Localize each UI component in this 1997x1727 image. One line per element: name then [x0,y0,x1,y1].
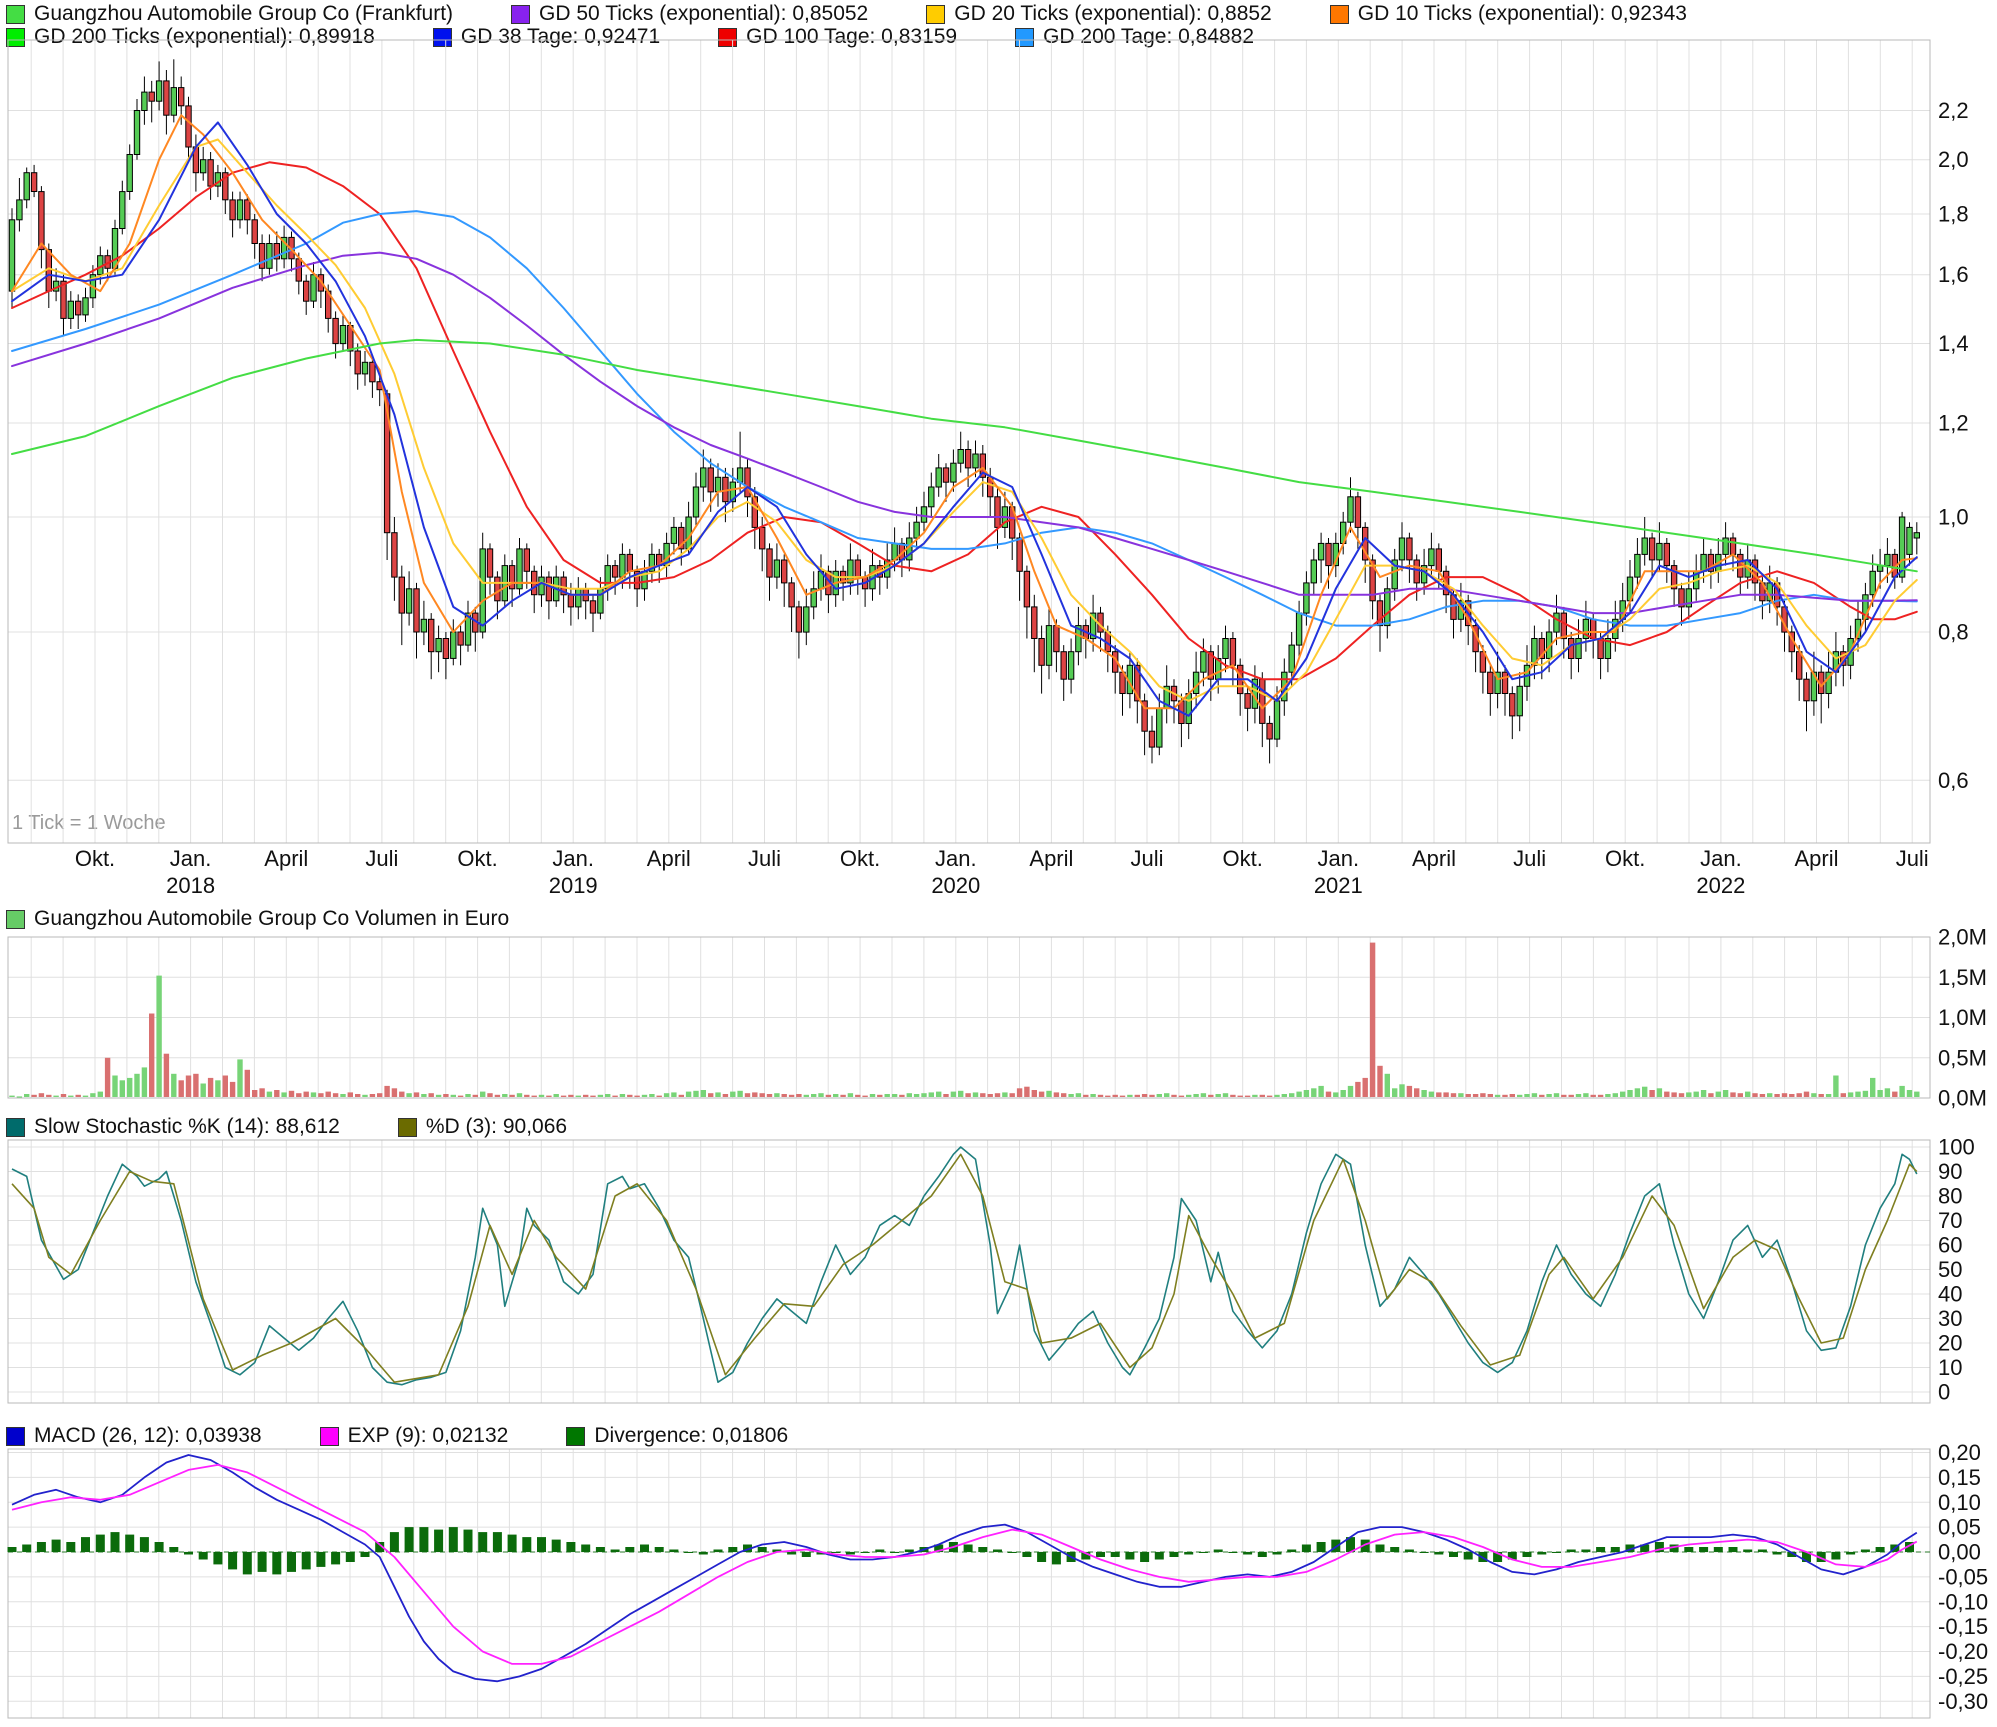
x-axis-quarter-label: April [1029,846,1073,871]
stock-chart-page: Guangzhou Automobile Group Co (Frankfurt… [0,0,1997,1727]
x-axis-quarter-label: Jan. [552,846,594,871]
axis-tick-label: 0,6 [1938,768,1969,793]
axis-tick-label: 0,8 [1938,620,1969,645]
ma-line [12,140,1917,701]
x-axis-year-label: 2019 [549,873,598,898]
ma-line [12,122,1917,715]
axis-tick-label: 2,2 [1938,98,1969,123]
x-axis-quarter-label: Okt. [1223,846,1263,871]
x-axis-quarter-label: Okt. [75,846,115,871]
axis-tick-label: 0,00 [1938,1540,1981,1565]
axis-tick-label: 1,0M [1938,1005,1987,1030]
x-axis-quarter-label: Juli [1130,846,1163,871]
axis-tick-label: -0,05 [1938,1564,1988,1589]
axis-tick-label: -0,10 [1938,1589,1988,1614]
x-axis-quarter-label: Juli [1896,846,1929,871]
macd-panel [8,1449,1930,1718]
axis-tick-label: 20 [1938,1331,1962,1356]
x-axis-quarter-label: Okt. [840,846,880,871]
x-axis-quarter-label: Jan. [935,846,977,871]
axis-tick-label: 0,05 [1938,1515,1981,1540]
volume-series [9,943,1919,1098]
x-axis-quarter-label: Juli [748,846,781,871]
x-axis-quarter-label: April [1412,846,1456,871]
stochastic-panel [8,1140,1930,1403]
x-axis-year-label: 2022 [1696,873,1745,898]
axis-tick-label: 80 [1938,1184,1962,1209]
macd-line [12,1455,1917,1681]
x-axis-quarter-label: Okt. [1605,846,1645,871]
axis-tick-label: 40 [1938,1282,1962,1307]
axis-tick-label: 1,6 [1938,262,1969,287]
axis-tick-label: 60 [1938,1233,1962,1258]
axis-tick-label: 0,15 [1938,1465,1981,1490]
axis-tick-label: -0,30 [1938,1689,1988,1714]
x-axis-year-label: 2018 [166,873,215,898]
axis-tick-label: 0,0M [1938,1086,1987,1111]
x-axis-year-label: 2020 [931,873,980,898]
macd-signal-line [12,1465,1917,1664]
axis-tick-label: 10 [1938,1355,1962,1380]
axis-tick-label: 30 [1938,1306,1962,1331]
chart-canvas: 2,2 2,0 1,8 1,6 1,4 1,2 1,0 0,8 0,6 2,0M 1,5M 1,0M 0… [0,0,1997,1727]
x-axis-quarter-label: Jan. [170,846,212,871]
stochastic-line [12,1147,1917,1385]
x-axis-quarter-label: Juli [365,846,398,871]
x-axis-quarter-label: Jan. [1700,846,1742,871]
axis-tick-label: 90 [1938,1159,1962,1184]
axis-tick-label: 2,0M [1938,925,1987,950]
x-axis-labels: Okt.Jan.2018AprilJuliOkt.Jan.2019AprilJu… [75,846,1929,898]
axis-tick-label: 1,2 [1938,411,1969,436]
axis-tick-label: 70 [1938,1208,1962,1233]
axis-tick-label: -0,20 [1938,1639,1988,1664]
axis-tick-label: -0,15 [1938,1614,1988,1639]
ma-line [12,340,1917,571]
x-axis-quarter-label: April [647,846,691,871]
axis-tick-label: -0,25 [1938,1664,1988,1689]
axis-tick-label: 0,20 [1938,1440,1981,1465]
axis-tick-label: 0,10 [1938,1490,1981,1515]
axis-tick-label: 50 [1938,1257,1962,1282]
x-axis-year-label: 2021 [1314,873,1363,898]
x-axis-quarter-label: Juli [1513,846,1546,871]
price-panel [8,40,1930,843]
candlestick-series [9,59,1919,763]
x-axis-quarter-label: Okt. [457,846,497,871]
axis-tick-label: 1,4 [1938,331,1969,356]
x-axis-quarter-label: April [264,846,308,871]
x-axis-quarter-label: April [1794,846,1838,871]
axis-tick-label: 0 [1938,1380,1950,1405]
stochastic-line [12,1154,1917,1382]
x-axis-quarter-label: Jan. [1318,846,1360,871]
axis-tick-label: 100 [1938,1135,1975,1160]
axis-tick-label: 0,5M [1938,1045,1987,1070]
axis-tick-label: 2,0 [1938,147,1969,172]
axis-tick-label: 1,0 [1938,505,1969,530]
axis-tick-label: 1,5M [1938,965,1987,990]
ma-line [12,253,1917,613]
axis-tick-label: 1,8 [1938,202,1969,227]
